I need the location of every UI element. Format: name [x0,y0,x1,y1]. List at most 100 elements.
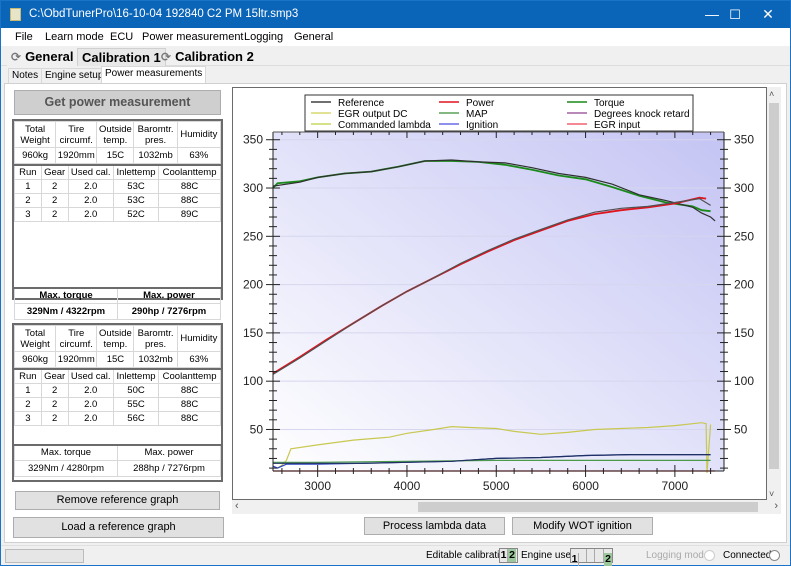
table-row[interactable]: 3 2 2.0 52C 89C [14,206,221,222]
y-tick-label: 200 [243,278,263,292]
slot-active: 2 [604,553,612,566]
remove-reference-graph-button[interactable]: Remove reference graph [15,491,220,510]
scrollbar-thumb[interactable] [418,502,758,512]
cell: 2 [14,396,42,412]
slot [579,549,587,562]
scroll-right-icon[interactable]: › [774,500,778,512]
close-button[interactable]: ✕ [745,1,791,28]
runs-table: Run Gear Used cal. Inlettemp Coolanttemp… [14,164,221,222]
y-tick-label: 50 [250,422,264,436]
refresh-icon: ⟳ [11,50,22,64]
menu-file[interactable]: File [15,31,33,43]
power-chart[interactable]: Reference Power Torque EGR output DC MAP Degr… [233,88,766,499]
cell: 56C [112,410,160,426]
horizontal-scrollbar[interactable]: ‹ › [232,500,781,514]
header-gear: Gear [40,164,69,180]
header-run: Run [14,368,42,384]
max-values-table: Max. torque Max. power 329Nm / 4280rpm 2… [14,443,221,477]
y-tick-label-right: 350 [734,133,754,147]
logging-mode-indicator [704,550,715,561]
table-row[interactable]: 1 2 2.0 53C 88C [14,178,221,194]
cell: 2.0 [67,410,114,426]
y-tick-label-right: 150 [734,326,754,340]
cell: 2.0 [67,192,114,208]
cell: 960kg [13,147,57,164]
header-coolanttemp: Coolanttemp [158,164,221,180]
scroll-down-icon[interactable]: ˅ [769,489,774,499]
logging-mode-label: Logging mode [646,550,710,561]
table-row[interactable]: 2 2 2.0 53C 88C [14,192,221,208]
header-baromtr-pres: Baromtr. pres. [133,325,178,352]
legend-label: MAP [466,109,488,120]
cell: 1 [14,178,42,194]
y-tick-label-right: 300 [734,181,754,195]
cell: 2 [40,178,69,194]
connected-indicator [769,550,780,561]
conditions-table: Total Weight Tire circumf. Outside temp.… [13,325,222,368]
tab-calibration-2[interactable]: ⟳ Calibration 2 [157,48,258,66]
cell: 2.0 [67,206,114,222]
table-row[interactable]: 3 2 2.0 56C 88C [14,410,221,426]
table-row[interactable]: 1 2 2.0 50C 88C [14,382,221,398]
y-tick-label: 350 [243,133,263,147]
cell: 2 [40,206,69,222]
tab-engine-setup[interactable]: Engine setup [41,68,108,83]
cell: 2.0 [67,396,114,412]
measurement-panel: Get power measurement Total Weight Tire … [10,87,228,539]
header-baromtr-pres: Baromtr. pres. [133,121,178,148]
legend-label: Ignition [466,120,498,131]
cell: 2.0 [67,178,114,194]
measurement-grid-2: Total Weight Tire circumf. Outside temp.… [12,323,223,482]
cell: 960kg [13,351,57,368]
tab-power-measurements[interactable]: Power measurements [101,66,207,83]
runs-empty-space [14,426,221,444]
tab-label: Calibration 2 [175,49,254,64]
tab-general[interactable]: ⟳ General [7,48,78,66]
header-total-weight: Total Weight [13,121,57,148]
scroll-up-icon[interactable]: ˄ [769,89,774,99]
slot [587,549,595,562]
cell: 2 [40,192,69,208]
header-run: Run [14,164,42,180]
y-tick-label: 100 [243,374,263,388]
get-power-measurement-button[interactable]: Get power measurement [14,90,221,115]
cell: 3 [14,206,42,222]
menu-power-measurement[interactable]: Power measurement [142,31,244,43]
header-total-weight: Total Weight [13,325,57,352]
menu-learn-mode[interactable]: Learn mode [45,31,104,43]
cell: 88C [158,178,221,194]
chart-container: Reference Power Torque EGR output DC MAP Degr… [232,87,767,500]
vertical-scrollbar[interactable]: ˄ ˅ [767,87,781,501]
cell: 50C [112,382,160,398]
menu-general[interactable]: General [294,31,333,43]
x-tick-label: 3000 [304,479,331,493]
scrollbar-thumb[interactable] [769,103,779,469]
cell: 63% [176,147,222,164]
legend-label: Torque [594,98,625,109]
runs-empty-space [14,222,221,287]
menu-logging[interactable]: Logging [244,31,283,43]
header-outside-temp: Outside temp. [96,121,135,148]
modify-wot-ignition-button[interactable]: Modify WOT ignition [512,517,653,535]
load-reference-graph-button[interactable]: Load a reference graph [13,517,224,538]
cell: 52C [112,206,160,222]
table-row[interactable]: 2 2 2.0 55C 88C [14,396,221,412]
slot: 1 [500,549,508,562]
tab-notes[interactable]: Notes [8,68,43,83]
y-tick-label-right: 250 [734,229,754,243]
chart-legend: Reference Power Torque EGR output DC MAP Degr… [304,94,694,132]
measurement-grid-1: Total Weight Tire circumf. Outside temp.… [12,119,223,320]
progress-bar [5,549,84,563]
tab-calibration-1[interactable]: Calibration 1 [77,48,166,66]
y-tick-label: 150 [243,326,263,340]
tab-label: Calibration 1 [82,50,161,65]
cell: 1032mb [133,147,178,164]
y-tick-label: 250 [243,229,263,243]
scroll-left-icon[interactable]: ‹ [235,500,239,512]
cell: 88C [158,396,221,412]
process-lambda-data-button[interactable]: Process lambda data [364,517,505,535]
cell: 63% [176,351,222,368]
title-bar: C:\ObdTunerPro\16-10-04 192840 C2 PM 15l… [1,1,790,28]
menu-ecu[interactable]: ECU [110,31,133,43]
cell: 2 [40,382,69,398]
